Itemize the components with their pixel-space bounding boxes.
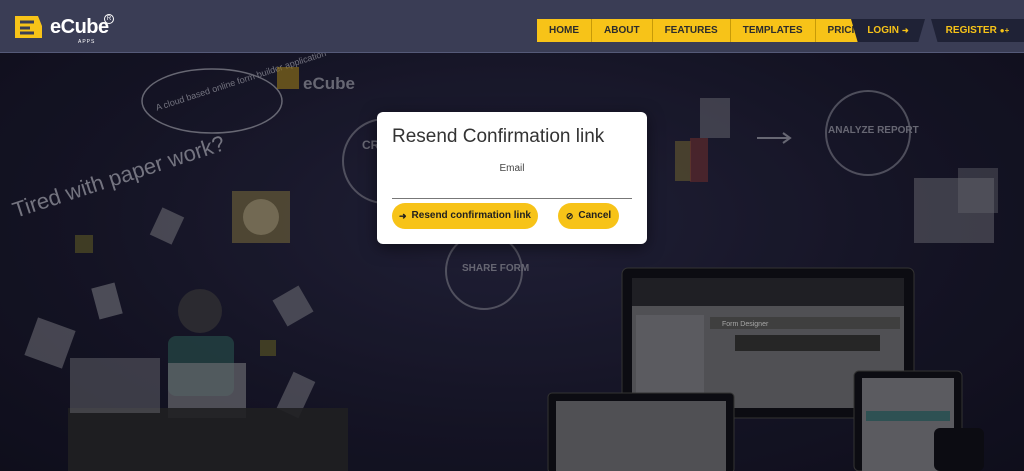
sign-in-icon: ➜ xyxy=(901,26,909,35)
email-input[interactable] xyxy=(392,176,632,199)
ban-icon: ⊘ xyxy=(565,211,574,221)
login-button[interactable]: LOGIN ➜ xyxy=(851,19,925,42)
resend-confirmation-dialog: Resend Confirmation link Email ➜ Resend … xyxy=(377,112,647,244)
user-plus-icon: ●+ xyxy=(999,26,1010,35)
resend-label: Resend confirmation link xyxy=(411,210,531,221)
cancel-label: Cancel xyxy=(578,210,612,221)
nav-templates[interactable]: TEMPLATES xyxy=(730,19,816,42)
logo-icon xyxy=(15,16,42,38)
register-label: REGISTER xyxy=(945,25,997,36)
login-label: LOGIN xyxy=(867,25,899,36)
sign-in-icon: ➜ xyxy=(398,211,407,221)
logo-subtext: APPS xyxy=(78,39,96,45)
main-nav: HOME ABOUT FEATURES TEMPLATES PRICING xyxy=(537,19,888,42)
nav-about[interactable]: ABOUT xyxy=(592,19,653,42)
dialog-title: Resend Confirmation link xyxy=(392,126,605,147)
register-button[interactable]: REGISTER ●+ xyxy=(931,19,1024,42)
resend-confirmation-button[interactable]: ➜ Resend confirmation link xyxy=(392,203,538,229)
ecube-logo[interactable]: eCube APPS R xyxy=(12,12,114,45)
email-label: Email xyxy=(499,163,525,174)
registered-icon: R xyxy=(104,14,114,24)
logo-text: eCube xyxy=(50,16,109,38)
nav-features[interactable]: FEATURES xyxy=(652,19,731,42)
cancel-button[interactable]: ⊘ Cancel xyxy=(558,203,619,229)
top-navbar: eCube APPS R HOME ABOUT FEATURES TEMPLAT… xyxy=(0,0,1024,53)
nav-home[interactable]: HOME xyxy=(537,19,592,42)
